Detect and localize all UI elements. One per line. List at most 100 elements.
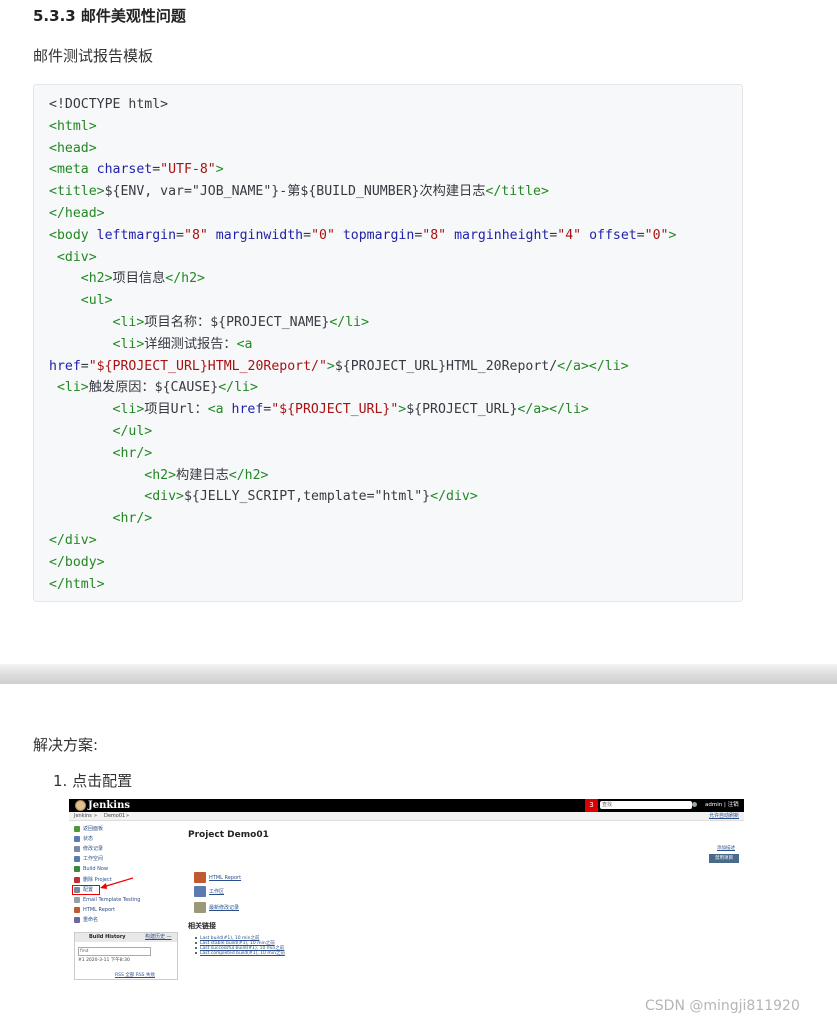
bullet xyxy=(195,952,197,954)
code-line: </head> xyxy=(49,203,739,225)
code-token: <li> xyxy=(112,314,145,330)
code-token: <h2> xyxy=(80,271,113,287)
code-line: </div> xyxy=(49,530,739,552)
menu-item-icon xyxy=(74,835,80,842)
code-line: </body> xyxy=(49,552,739,574)
code-line: <div>${JELLY_SCRIPT,template="html"}</di… xyxy=(49,486,739,508)
user-menu[interactable]: admin | 注销 xyxy=(705,799,739,812)
side-menu-item[interactable]: HTML Report xyxy=(74,906,115,914)
code-token: = xyxy=(80,358,89,374)
build-history-header: Build History 构建历史 — xyxy=(75,933,177,942)
code-token: </li> xyxy=(329,314,370,330)
rss-links[interactable]: RSS 全部 RSS 失败 xyxy=(115,972,155,978)
code-line: <li>详细测试报告：<a xyxy=(49,334,739,356)
code-line: <div> xyxy=(49,247,739,269)
code-token: 项目信息 xyxy=(112,271,166,287)
code-token: ${JELLY_SCRIPT,template="html"} xyxy=(183,489,431,505)
menu-item-label: 工作空间 xyxy=(83,856,104,862)
code-token: href xyxy=(231,402,264,418)
auto-refresh-link[interactable]: 允许自动刷新 xyxy=(709,812,739,820)
related-link[interactable]: Last completed build(#1), 10 min之前 xyxy=(200,950,285,956)
jenkins-title[interactable]: Jenkins xyxy=(88,799,130,812)
code-token: href xyxy=(49,358,81,374)
code-token: leftmargin xyxy=(96,227,177,243)
section-heading: 5.3.3 邮件美观性问题 xyxy=(33,7,186,25)
notification-badge[interactable]: 3 xyxy=(585,799,598,812)
breadcrumb-demo01[interactable]: Demo01 xyxy=(104,812,125,820)
latest-changes-link[interactable]: 最新修改记录 xyxy=(194,902,239,914)
breadcrumb: Jenkins » Demo01 » 允许自动刷新 xyxy=(69,812,744,821)
menu-item-icon xyxy=(74,825,80,832)
menu-item-label: 返回面板 xyxy=(83,826,104,832)
menu-item-icon xyxy=(74,916,80,923)
menu-item-label: 修改记录 xyxy=(83,846,104,852)
code-token: ${PROJECT_URL} xyxy=(406,402,518,418)
code-token: "UTF-8" xyxy=(160,162,216,178)
code-token: marginheight xyxy=(454,227,550,243)
menu-item-label: Email Template Testing xyxy=(83,897,141,903)
side-menu-item[interactable]: 返回面板 xyxy=(74,825,103,833)
bullet xyxy=(195,937,197,939)
side-menu-item[interactable]: 修改记录 xyxy=(74,845,103,853)
solution-label: 解决方案: xyxy=(33,736,99,754)
jenkins-logo-icon[interactable] xyxy=(75,800,86,811)
build-row[interactable]: #1 2020-3-11 下午8:30 xyxy=(78,957,130,963)
code-token: </h2> xyxy=(165,271,205,287)
code-token: </ul> xyxy=(112,423,153,439)
side-menu-item[interactable]: 状态 xyxy=(74,835,93,843)
code-token: </body> xyxy=(49,554,105,570)
code-token: <html> xyxy=(49,118,97,134)
report-icon xyxy=(194,872,206,883)
code-token: > xyxy=(668,227,677,243)
disable-project-button[interactable]: 禁用项目 xyxy=(709,854,739,863)
code-token: "4" xyxy=(557,227,582,243)
code-line: <li>触发原因：${CAUSE}</li> xyxy=(49,377,739,399)
code-line: <html> xyxy=(49,116,739,138)
code-token: </div> xyxy=(430,489,478,505)
breadcrumb-sep: » xyxy=(94,813,98,819)
code-token: ${ENV, var="JOB_NAME"}-第${BUILD_NUMBER}次… xyxy=(104,184,486,200)
code-line: <ul> xyxy=(49,290,739,312)
code-token: <div> xyxy=(56,249,97,265)
menu-item-icon xyxy=(74,876,80,883)
workspace-label: 工作区 xyxy=(209,889,225,895)
side-menu-item[interactable]: 工作空间 xyxy=(74,855,103,863)
html-report-link[interactable]: HTML Report xyxy=(194,872,241,884)
workspace-link[interactable]: 工作区 xyxy=(194,886,224,898)
code-token: "0" xyxy=(311,227,335,243)
search-input[interactable]: 查找 xyxy=(600,801,692,809)
code-token: <hr/> xyxy=(112,511,153,527)
folder-icon xyxy=(194,886,206,897)
menu-item-icon xyxy=(74,855,80,862)
code-token: > xyxy=(215,162,224,178)
code-token: marginwidth xyxy=(215,227,304,243)
code-token: <li> xyxy=(56,380,89,396)
side-menu-item[interactable]: 重命名 xyxy=(74,916,98,924)
menu-item-label: HTML Report xyxy=(83,907,116,913)
code-line: <hr/> xyxy=(49,443,739,465)
side-menu-item[interactable]: Build Now xyxy=(74,865,108,873)
side-menu-item[interactable]: Email Template Testing xyxy=(74,896,140,904)
build-trend-link[interactable]: 构建历史 — xyxy=(145,933,172,942)
code-line: </ul> xyxy=(49,421,739,443)
code-line: <li>项目名称：${PROJECT_NAME}</li> xyxy=(49,312,739,334)
breadcrumb-jenkins[interactable]: Jenkins xyxy=(74,812,92,820)
code-token: = xyxy=(303,227,312,243)
build-search-input[interactable]: find xyxy=(78,947,151,956)
add-description-link[interactable]: 添加描述 xyxy=(717,845,735,851)
menu-item-icon xyxy=(74,865,80,872)
build-history-title: Build History xyxy=(89,934,126,940)
code-token: charset xyxy=(96,162,153,178)
help-icon[interactable] xyxy=(692,802,697,807)
code-token: <head> xyxy=(49,140,97,156)
code-line: <li>项目Url：<a href="${PROJECT_URL}">${PRO… xyxy=(49,399,739,421)
code-content: <!DOCTYPE html> <html> <head> <meta charset… xyxy=(49,94,739,595)
